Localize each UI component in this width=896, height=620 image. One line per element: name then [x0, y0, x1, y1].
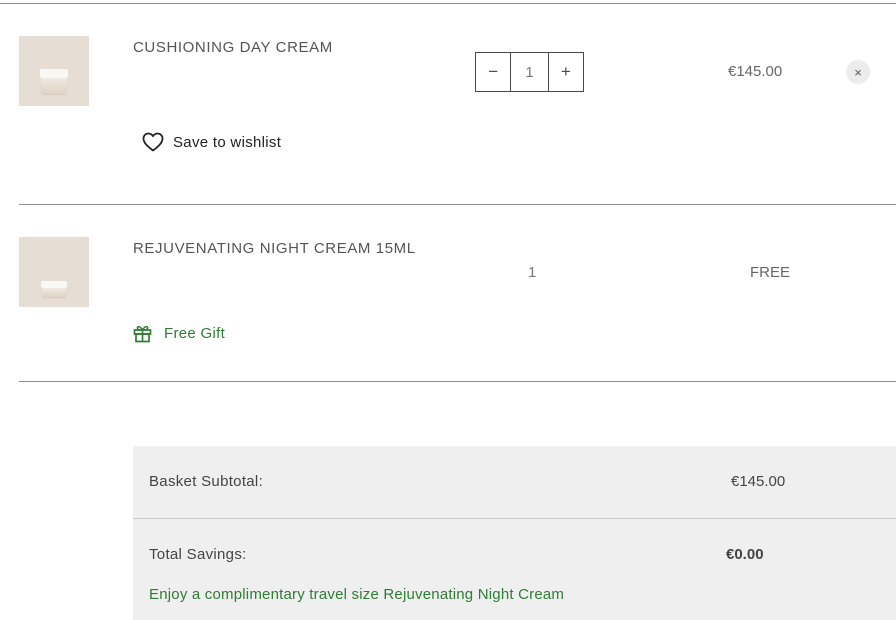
item-divider — [19, 204, 896, 205]
product-name[interactable]: REJUVENATING NIGHT CREAM 15ML — [133, 240, 416, 257]
increase-quantity-button[interactable]: + — [549, 53, 583, 91]
summary-divider — [133, 518, 896, 519]
jar-lid — [41, 281, 67, 288]
jar-body — [42, 287, 66, 297]
jar-lid — [40, 69, 68, 78]
promo-message: Enjoy a complimentary travel size Rejuve… — [149, 586, 565, 603]
item-price: €145.00 — [728, 63, 783, 80]
item-price: FREE — [750, 264, 791, 281]
free-gift-label: Free Gift — [164, 325, 226, 342]
heart-icon — [142, 132, 164, 152]
close-icon: × — [854, 64, 862, 80]
jar-body — [41, 76, 67, 94]
subtotal-label: Basket Subtotal: — [149, 473, 264, 490]
top-divider — [0, 3, 896, 4]
product-image-night-cream[interactable] — [19, 237, 89, 307]
product-image-day-cream[interactable] — [19, 36, 89, 106]
decrease-quantity-button[interactable]: − — [476, 53, 510, 91]
quantity-value: 1 — [528, 264, 537, 281]
item-divider — [19, 381, 896, 382]
free-gift-badge: Free Gift — [133, 324, 225, 343]
wishlist-label: Save to wishlist — [173, 133, 282, 151]
basket-summary: Basket Subtotal: €145.00 Total Savings: … — [133, 446, 896, 620]
product-name[interactable]: CUSHIONING DAY CREAM — [133, 39, 333, 56]
subtotal-value: €145.00 — [731, 473, 786, 490]
quantity-stepper: − 1 + — [475, 52, 584, 92]
remove-item-button[interactable]: × — [846, 60, 870, 84]
gift-icon — [133, 325, 152, 343]
save-to-wishlist-button[interactable]: Save to wishlist — [142, 132, 281, 152]
quantity-value[interactable]: 1 — [510, 53, 549, 91]
savings-label: Total Savings: — [149, 546, 247, 563]
savings-value: €0.00 — [726, 546, 764, 563]
basket-page: CUSHIONING DAY CREAM − 1 + €145.00 × Sav… — [0, 0, 896, 620]
